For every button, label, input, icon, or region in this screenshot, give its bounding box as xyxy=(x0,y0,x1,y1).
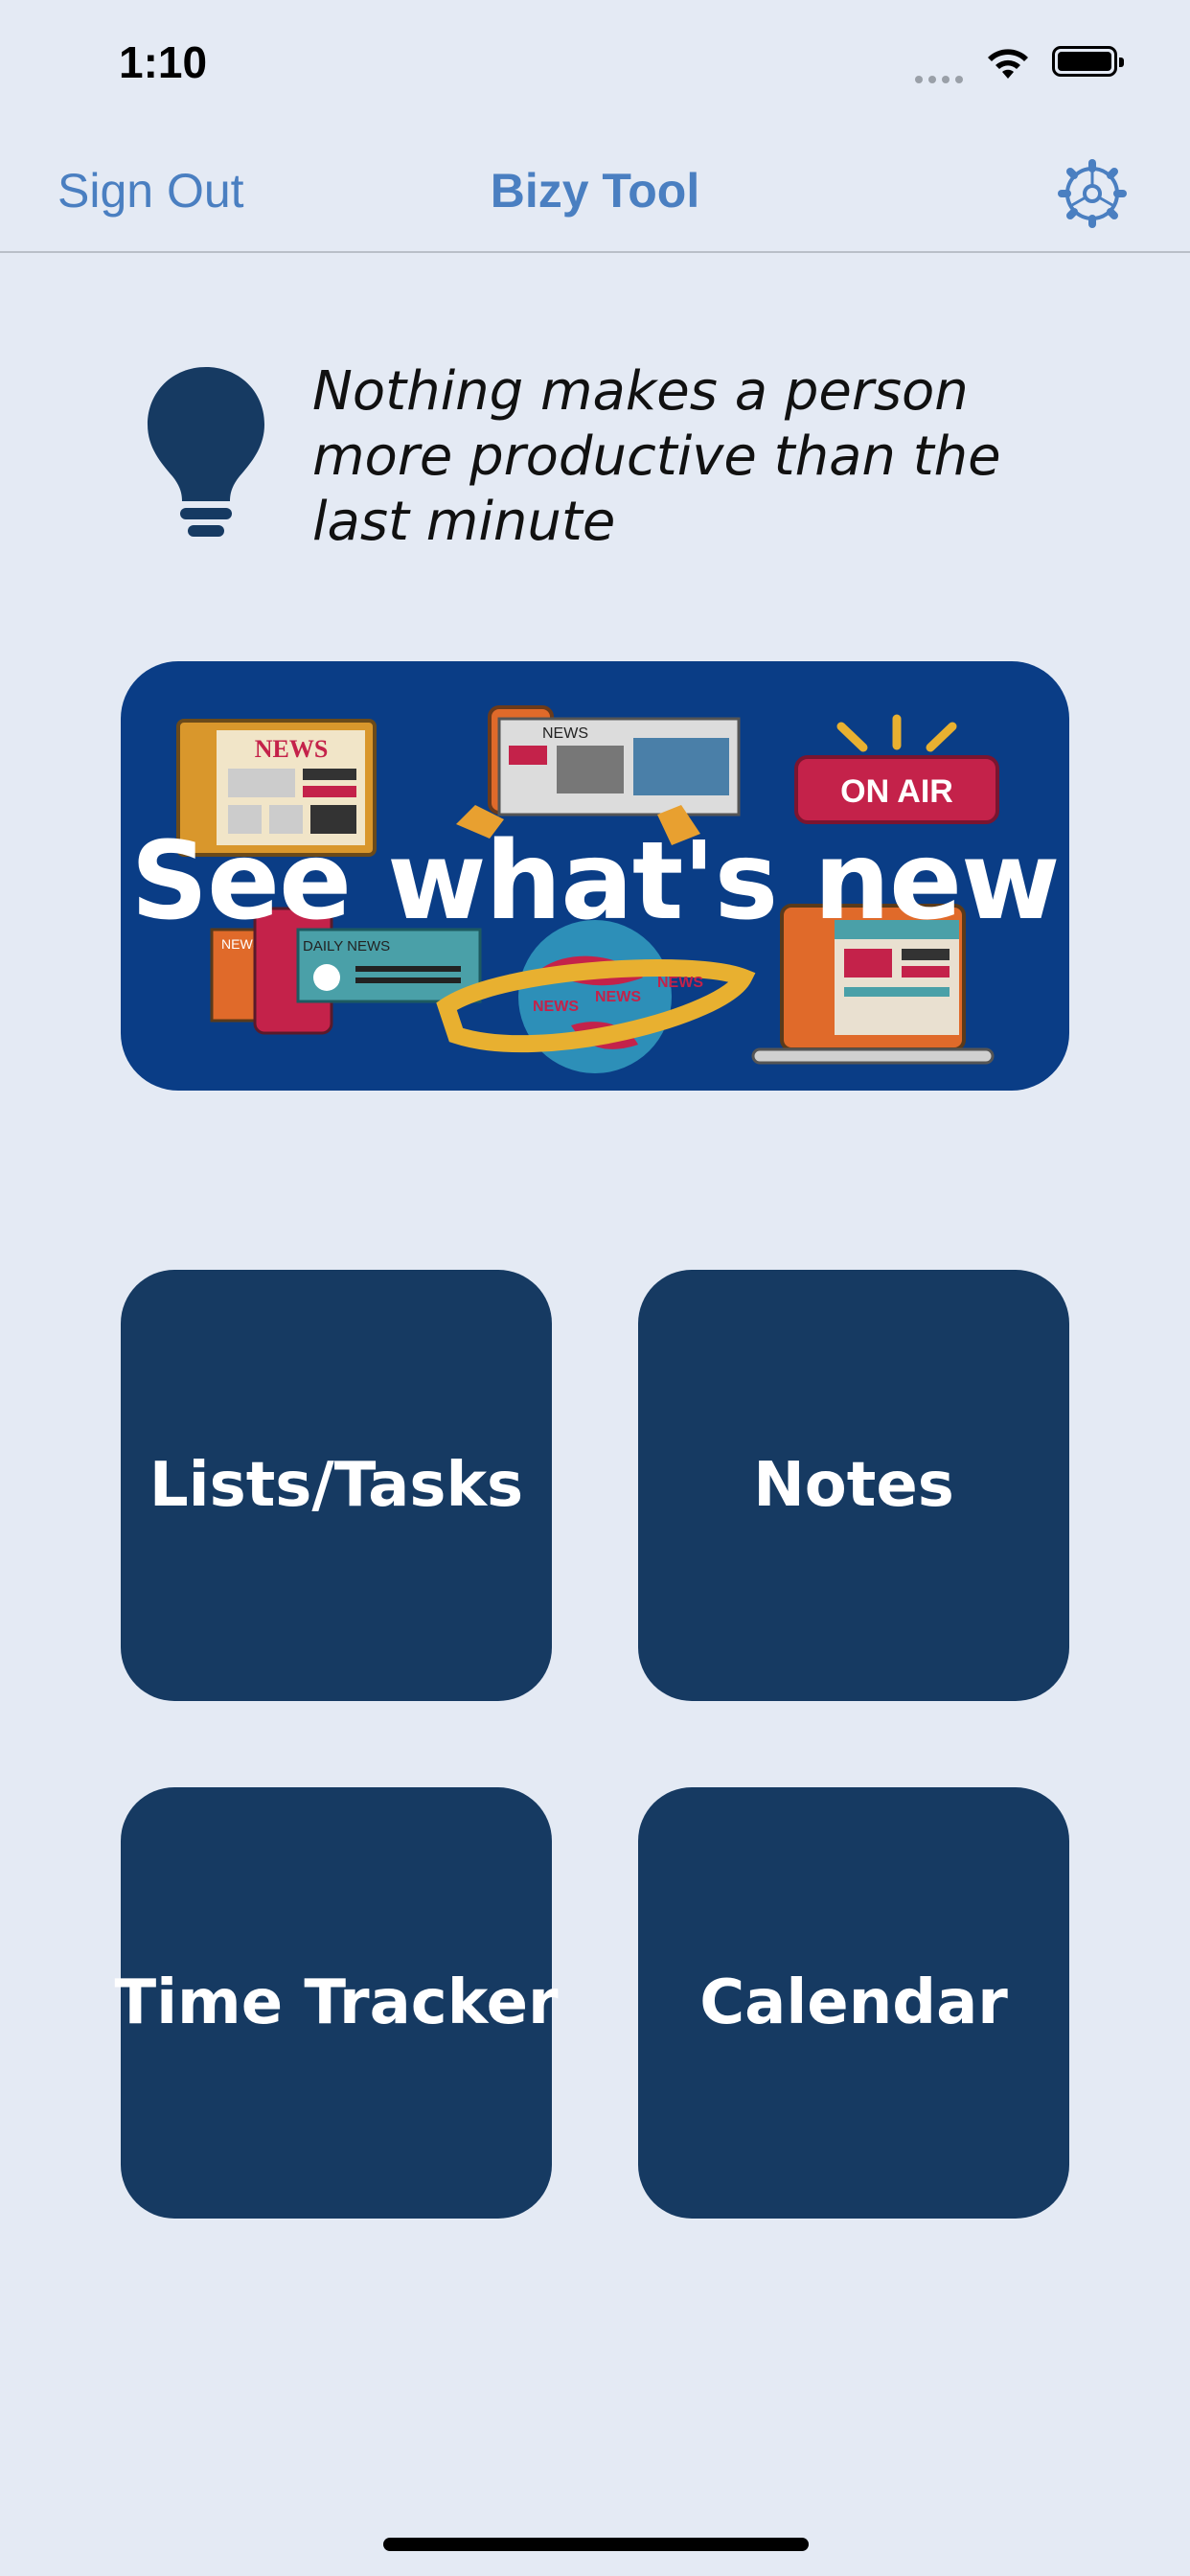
news-label-4: NEWS xyxy=(533,999,579,1015)
quote-section: Nothing makes a person more productive t… xyxy=(144,359,1083,570)
calendar-button[interactable]: Calendar xyxy=(638,1787,1069,2219)
status-bar: 1:10 xyxy=(0,0,1190,134)
on-air-label: ON AIR xyxy=(840,773,953,810)
navigation-bar: Sign Out Bizy Tool xyxy=(0,134,1190,253)
news-label-5: NEWS xyxy=(595,989,641,1005)
news-label-2: NEWS xyxy=(542,725,588,742)
signal-icon xyxy=(915,71,969,88)
quote-text: Nothing makes a person more productive t… xyxy=(312,360,1001,553)
news-label-6: NEWS xyxy=(657,975,703,991)
gear-icon[interactable] xyxy=(1054,155,1131,232)
notes-button[interactable]: Notes xyxy=(638,1270,1069,1701)
calendar-label: Calendar xyxy=(699,1967,1008,2038)
home-indicator[interactable] xyxy=(383,2538,809,2551)
news-label-1: NEWS xyxy=(255,735,329,763)
status-time: 1:10 xyxy=(119,37,208,87)
lightbulb-icon xyxy=(148,367,264,537)
time-tracker-button[interactable]: Time Tracker xyxy=(114,1787,559,2219)
lists-tasks-label: Lists/Tasks xyxy=(149,1450,524,1521)
banner-title: See what's new xyxy=(130,819,1060,944)
time-tracker-label: Time Tracker xyxy=(114,1967,559,2038)
lists-tasks-button[interactable]: Lists/Tasks xyxy=(121,1270,552,1701)
wifi-icon xyxy=(988,49,1028,79)
battery-icon xyxy=(1052,46,1124,77)
page-title: Bizy Tool xyxy=(490,164,700,218)
whats-new-banner[interactable]: NEWS NEWS ON AIR NEWS DAILY NEWS NEWS NE… xyxy=(121,661,1069,1091)
notes-label: Notes xyxy=(753,1450,954,1521)
